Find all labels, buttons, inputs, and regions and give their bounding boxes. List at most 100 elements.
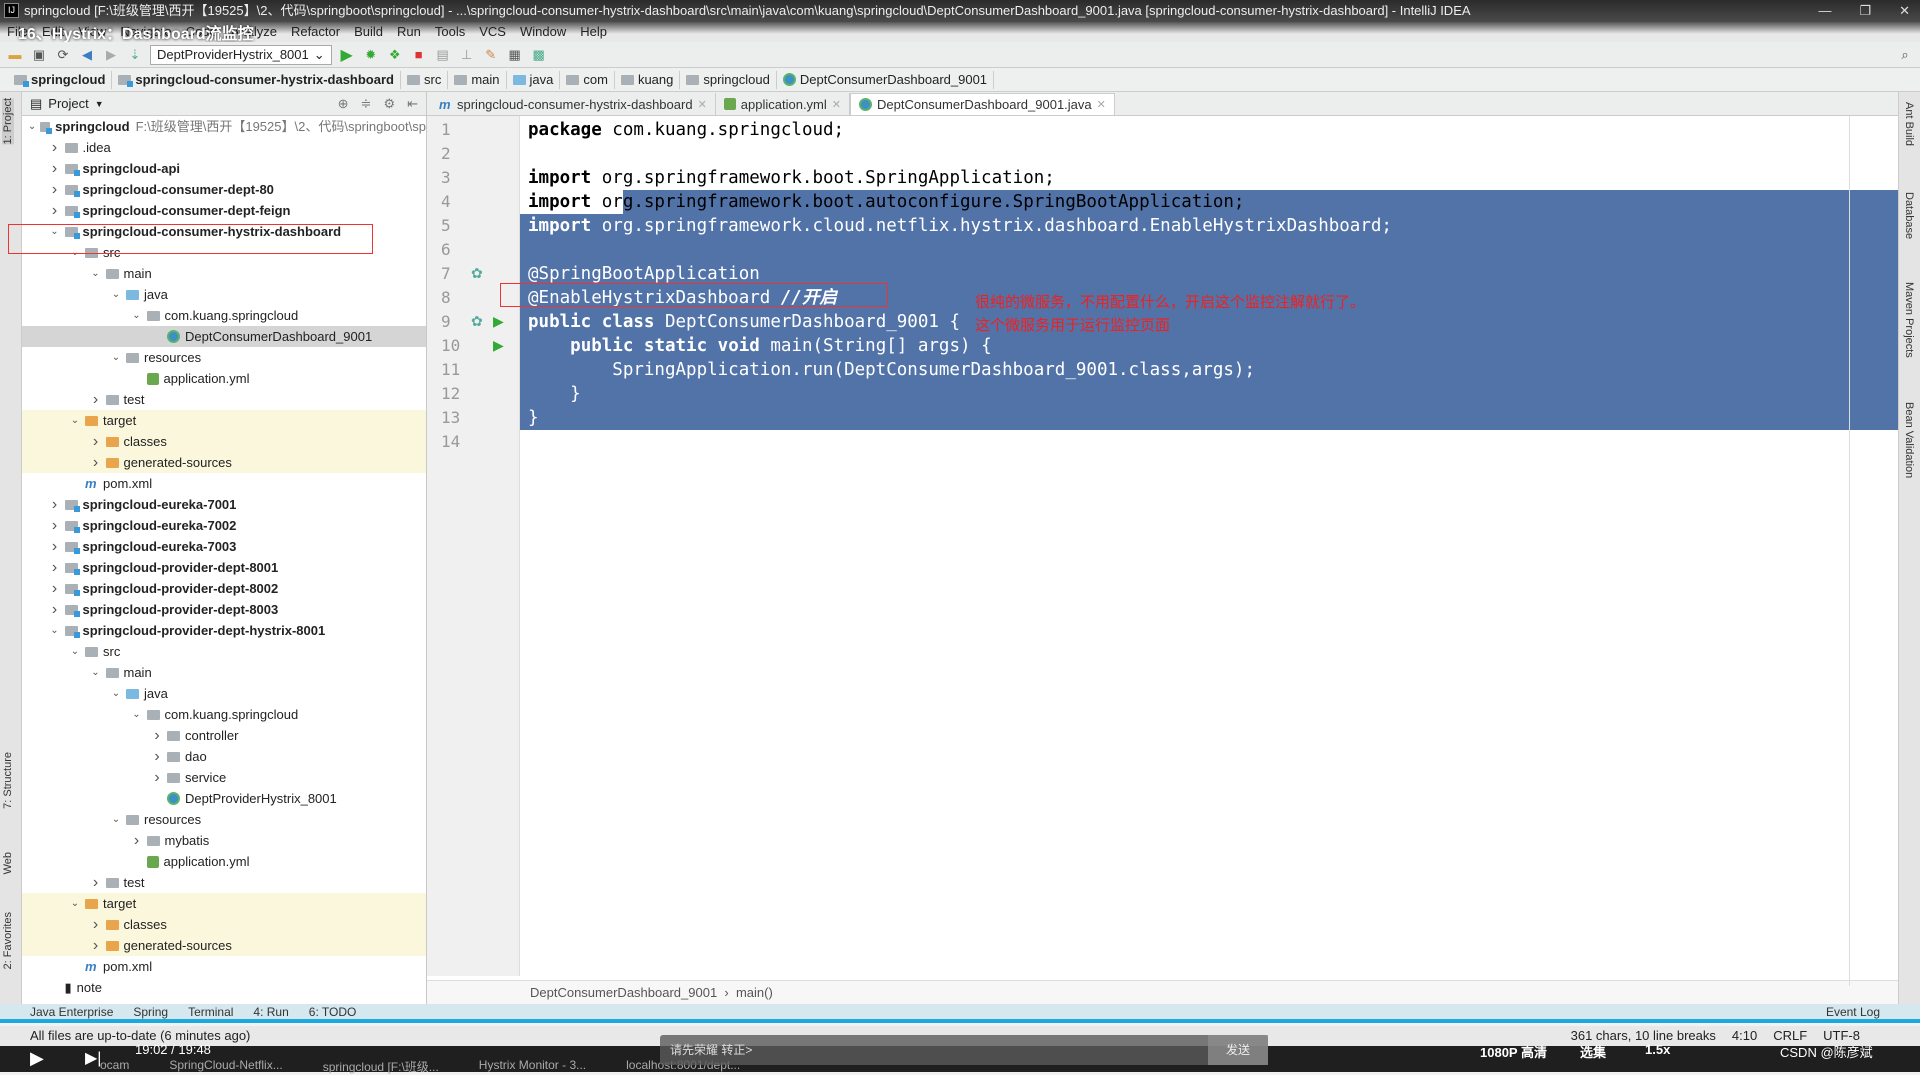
- chevron-right-icon[interactable]: ›: [88, 935, 104, 956]
- tree-item[interactable]: ▮ note: [22, 977, 426, 998]
- tree-item[interactable]: › springcloud-eureka-7001: [22, 494, 426, 515]
- code-line[interactable]: public class DeptConsumerDashboard_9001 …: [528, 310, 960, 334]
- tree-item[interactable]: › .idea: [22, 137, 426, 158]
- structure-icon[interactable]: ▤: [434, 46, 452, 64]
- close-tab-icon[interactable]: ✕: [698, 98, 707, 111]
- menu-run[interactable]: Run: [390, 22, 428, 42]
- taskbar-item[interactable]: ocam: [100, 1058, 129, 1075]
- breadcrumb-item[interactable]: src: [401, 70, 449, 89]
- tree-item[interactable]: DeptConsumerDashboard_9001: [22, 326, 426, 347]
- favorites-tool-button[interactable]: 2: Favorites: [2, 912, 14, 969]
- tree-item[interactable]: › springcloud-eureka-7003: [22, 536, 426, 557]
- breadcrumb-item[interactable]: main: [448, 70, 507, 89]
- chevron-right-icon[interactable]: ›: [47, 515, 63, 536]
- code-line[interactable]: package com.kuang.springcloud;: [528, 118, 844, 142]
- hide-icon[interactable]: ⇤: [407, 96, 418, 112]
- code-line[interactable]: import org.springframework.boot.SpringAp…: [528, 166, 1055, 190]
- menu-build[interactable]: Build: [347, 22, 390, 42]
- sdk-manager-icon[interactable]: ▩: [530, 46, 548, 64]
- chevron-down-icon[interactable]: ⌄: [67, 410, 83, 431]
- tree-item[interactable]: › springcloud-provider-dept-8003: [22, 599, 426, 620]
- minimize-button[interactable]: —: [1818, 0, 1831, 22]
- speed-button[interactable]: 1.5x: [1645, 1042, 1670, 1057]
- chevron-right-icon[interactable]: ›: [47, 158, 63, 179]
- tree-item[interactable]: DeptProviderHystrix_8001: [22, 788, 426, 809]
- tree-item[interactable]: ⌄ main: [22, 263, 426, 284]
- tab-java[interactable]: DeptConsumerDashboard_9001.java ✕: [850, 93, 1115, 115]
- structure-tool-button[interactable]: 7: Structure: [2, 752, 14, 809]
- tree-item[interactable]: ⌄ com.kuang.springcloud: [22, 305, 426, 326]
- tree-item[interactable]: m pom.xml: [22, 956, 426, 977]
- run-icon[interactable]: ▶: [338, 46, 356, 64]
- run-config-select[interactable]: DeptProviderHystrix_8001 ⌄: [150, 44, 332, 65]
- tree-item[interactable]: › generated-sources: [22, 452, 426, 473]
- forward-icon[interactable]: ▶: [102, 46, 120, 64]
- caret-position[interactable]: 4:10: [1732, 1026, 1757, 1046]
- send-button[interactable]: 发送: [1208, 1035, 1268, 1065]
- chevron-down-icon[interactable]: ⌄: [108, 683, 124, 704]
- quality-button[interactable]: 1080P 高清: [1480, 1042, 1547, 1061]
- tree-item[interactable]: ⌄ java: [22, 683, 426, 704]
- tree-item[interactable]: › test: [22, 872, 426, 893]
- tree-item[interactable]: ⌄ main: [22, 662, 426, 683]
- tool-window-button[interactable]: Java Enterprise: [30, 1005, 113, 1019]
- chevron-right-icon[interactable]: ›: [88, 452, 104, 473]
- code-area[interactable]: package com.kuang.springcloud; import org…: [520, 116, 1898, 976]
- project-view-select[interactable]: Project: [48, 96, 88, 111]
- right-tool-button[interactable]: Ant Build: [1903, 102, 1915, 146]
- settings-icon[interactable]: ✎: [482, 46, 500, 64]
- play-icon[interactable]: ▶: [30, 1048, 44, 1069]
- sync-icon[interactable]: ⟳: [54, 46, 72, 64]
- chevron-down-icon[interactable]: ⌄: [129, 305, 145, 326]
- chevron-right-icon[interactable]: ›: [149, 725, 165, 746]
- tool-window-button[interactable]: Spring: [133, 1005, 168, 1019]
- code-line[interactable]: import org.springframework.boot.autoconf…: [528, 190, 1245, 214]
- menu-window[interactable]: Window: [513, 22, 573, 42]
- chevron-down-icon[interactable]: ⌄: [67, 893, 83, 914]
- tree-item[interactable]: › springcloud-consumer-dept-feign: [22, 200, 426, 221]
- locate-icon[interactable]: ⊕: [338, 96, 349, 112]
- menu-tools[interactable]: Tools: [428, 22, 472, 42]
- breadcrumb-item[interactable]: kuang: [615, 70, 681, 89]
- tree-item[interactable]: › springcloud-api: [22, 158, 426, 179]
- chevron-right-icon[interactable]: ›: [47, 200, 63, 221]
- tree-item[interactable]: ⌄ resources: [22, 809, 426, 830]
- code-line[interactable]: }: [528, 406, 539, 430]
- spring-bean-icon[interactable]: ✿: [471, 313, 483, 330]
- back-icon[interactable]: ◀: [78, 46, 96, 64]
- run-gutter-icon[interactable]: ▶: [493, 337, 504, 354]
- chevron-right-icon[interactable]: ›: [47, 137, 63, 158]
- tab-maven[interactable]: m springcloud-consumer-hystrix-dashboard ✕: [431, 93, 716, 115]
- tree-item[interactable]: › springcloud-provider-dept-8002: [22, 578, 426, 599]
- save-icon[interactable]: ▣: [30, 46, 48, 64]
- tree-item[interactable]: application.yml: [22, 368, 426, 389]
- code-line[interactable]: }: [528, 382, 581, 406]
- tree-item[interactable]: ⌄ target: [22, 410, 426, 431]
- project-structure-icon[interactable]: ▦: [506, 46, 524, 64]
- tree-item[interactable]: › service: [22, 767, 426, 788]
- tree-item[interactable]: ⌄ springcloud-provider-dept-hystrix-8001: [22, 620, 426, 641]
- collapse-icon[interactable]: ≑: [361, 96, 372, 112]
- tree-item[interactable]: ⌄ com.kuang.springcloud: [22, 704, 426, 725]
- taskbar-item[interactable]: SpringCloud-Netflix...: [169, 1058, 282, 1075]
- close-tab-icon[interactable]: ✕: [1097, 98, 1106, 111]
- chevron-down-icon[interactable]: ▼: [95, 99, 104, 109]
- chevron-right-icon[interactable]: ›: [88, 389, 104, 410]
- tree-item[interactable]: ⌄ target: [22, 893, 426, 914]
- chevron-down-icon[interactable]: ⌄: [108, 809, 124, 830]
- chevron-right-icon[interactable]: ›: [88, 431, 104, 452]
- chevron-right-icon[interactable]: ›: [47, 494, 63, 515]
- run-gutter-icon[interactable]: ▶: [493, 313, 504, 330]
- tool-window-button[interactable]: 4: Run: [253, 1005, 288, 1019]
- right-tool-button[interactable]: Database: [1903, 192, 1915, 239]
- tree-item[interactable]: › classes: [22, 914, 426, 935]
- chevron-right-icon[interactable]: ›: [88, 872, 104, 893]
- coverage-icon[interactable]: ❖: [386, 46, 404, 64]
- danmu-input[interactable]: 请先荣耀 转正> 发送: [660, 1035, 1268, 1065]
- tree-item[interactable]: › springcloud-consumer-dept-80: [22, 179, 426, 200]
- build-icon[interactable]: ⇣: [126, 46, 144, 64]
- breadcrumb-item[interactable]: springcloud: [680, 70, 777, 89]
- chevron-down-icon[interactable]: ⌄: [129, 704, 145, 725]
- menu-refactor[interactable]: Refactor: [284, 22, 347, 42]
- chevron-down-icon[interactable]: ⌄: [88, 263, 104, 284]
